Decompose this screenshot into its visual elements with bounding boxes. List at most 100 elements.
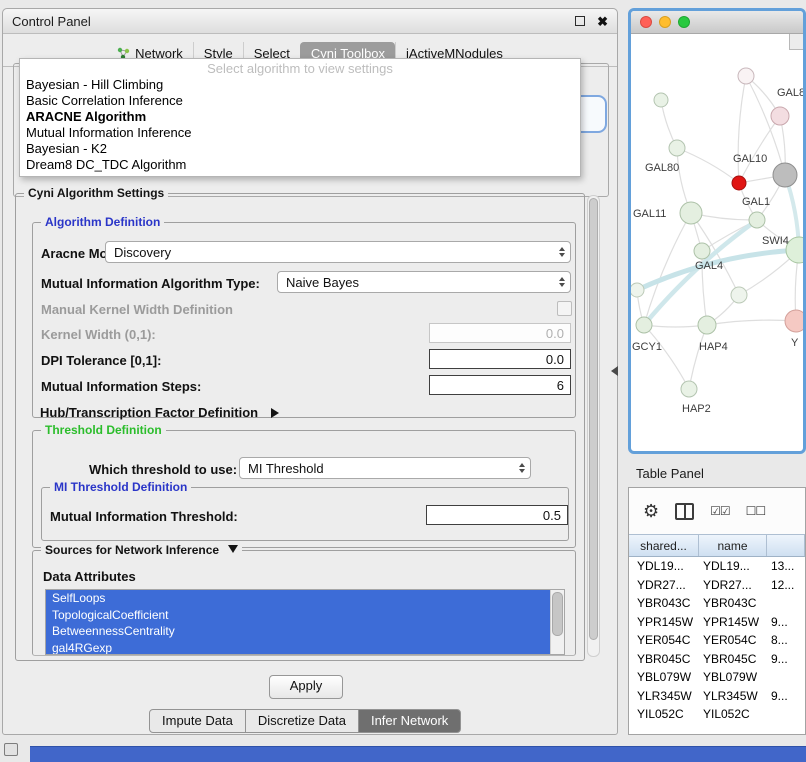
network-edge[interactable]: [707, 320, 796, 325]
mi-steps-field[interactable]: [429, 375, 571, 395]
dpi-tolerance-label: DPI Tolerance [0,1]:: [41, 353, 161, 368]
column-header-name[interactable]: name: [699, 535, 767, 556]
control-panel-titlebar: Control Panel ✖: [3, 9, 617, 34]
list-scrollbar[interactable]: [550, 590, 564, 654]
table-row[interactable]: YER054CYER054C8...: [629, 631, 805, 650]
unchecked-boxes-icon[interactable]: ☐☐: [746, 504, 766, 518]
network-node-gcy1[interactable]: [636, 317, 652, 333]
table-row[interactable]: YBR043CYBR043C: [629, 594, 805, 613]
collapsed-arrow-icon: [271, 408, 279, 418]
table-row[interactable]: YIL052CYIL052C: [629, 705, 805, 724]
threshold-definition-group: Threshold Definition Which threshold to …: [32, 430, 576, 548]
algorithm-option-list: Bayesian - Hill ClimbingBasic Correlatio…: [20, 77, 580, 173]
aracne-mode-select[interactable]: Discovery: [105, 241, 571, 263]
table-row[interactable]: YPR145WYPR145W9...: [629, 613, 805, 632]
background-window-edge[interactable]: [30, 746, 806, 762]
mi-threshold-field[interactable]: [426, 505, 568, 525]
network-node-n3[interactable]: [771, 107, 789, 125]
network-node-n2[interactable]: [738, 68, 754, 84]
sources-group-title[interactable]: Sources for Network Inference: [41, 543, 242, 557]
algorithm-option-bayesian-k2[interactable]: Bayesian - K2: [20, 141, 580, 157]
network-node-leftlow[interactable]: [631, 283, 644, 297]
settings-scrollbar[interactable]: [587, 195, 600, 657]
network-node-label: HAP2: [682, 403, 711, 415]
sources-title-text: Sources for Network Inference: [45, 543, 219, 557]
network-node-gal10[interactable]: [732, 176, 746, 190]
network-edge[interactable]: [644, 220, 757, 325]
network-node-gal4[interactable]: [694, 243, 710, 259]
network-node-hap4[interactable]: [698, 316, 716, 334]
table-cell: YBR043C: [629, 594, 699, 613]
float-window-icon[interactable]: [575, 16, 585, 26]
network-node-label: GAL11: [633, 208, 666, 220]
data-attribute-item[interactable]: SelfLoops: [46, 590, 551, 607]
network-edge[interactable]: [738, 76, 746, 183]
zoom-traffic-light-icon[interactable]: [678, 16, 690, 28]
which-threshold-select[interactable]: MI Threshold: [239, 457, 531, 479]
table-row[interactable]: YDL19...YDL19...13...: [629, 557, 805, 576]
bottom-tab-impute-data[interactable]: Impute Data: [149, 709, 246, 733]
data-attributes-label: Data Attributes: [43, 569, 136, 584]
which-threshold-label: Which threshold to use:: [89, 462, 237, 477]
algorithm-option-mutual-information-inference[interactable]: Mutual Information Inference: [20, 125, 580, 141]
algorithm-option-aracne-algorithm[interactable]: ARACNE Algorithm: [20, 109, 580, 125]
settings-group-title: Cyni Algorithm Settings: [24, 186, 168, 200]
apply-button[interactable]: Apply: [269, 675, 343, 699]
table-cell: YDL19...: [699, 557, 767, 576]
close-icon[interactable]: ✖: [597, 15, 608, 28]
network-canvas[interactable]: GAL8GAL80GAL10GAL11GAL1SWI4GAL4GCY1HAP4Y…: [631, 34, 803, 452]
network-window-titlebar[interactable]: [631, 11, 803, 34]
data-attributes-items: SelfLoopsTopologicalCoefficientBetweenne…: [46, 590, 564, 655]
columns-icon[interactable]: [675, 503, 694, 520]
gear-icon[interactable]: ⚙: [643, 502, 659, 520]
close-traffic-light-icon[interactable]: [640, 16, 652, 28]
network-node-grayn[interactable]: [773, 163, 797, 187]
table-cell: [767, 705, 805, 724]
network-node-pinky[interactable]: [785, 310, 803, 332]
network-node-n1[interactable]: [654, 93, 668, 107]
column-header-shared[interactable]: shared...: [629, 535, 699, 556]
table-row[interactable]: YBR045CYBR045C9...: [629, 650, 805, 669]
docked-panel-icon[interactable]: [4, 743, 18, 756]
table-cell: YPR145W: [699, 613, 767, 632]
kernel-width-field[interactable]: [429, 323, 571, 343]
network-edge[interactable]: [689, 325, 707, 389]
dpi-tolerance-field[interactable]: [429, 349, 571, 369]
network-node-gal80[interactable]: [669, 140, 685, 156]
sources-group: Sources for Network Inference Data Attri…: [32, 550, 576, 656]
mi-type-value: Naive Bayes: [286, 275, 359, 290]
bottom-tab-infer-network[interactable]: Infer Network: [358, 709, 461, 733]
table-cell: YBR045C: [629, 650, 699, 669]
network-node-mid[interactable]: [731, 287, 747, 303]
list-scrollbar-thumb[interactable]: [552, 592, 563, 636]
network-edge[interactable]: [677, 148, 739, 183]
mi-threshold-label: Mutual Information Threshold:: [50, 509, 238, 524]
data-attribute-item[interactable]: BetweennessCentrality: [46, 623, 551, 640]
table-row[interactable]: YLR345WYLR345W9...: [629, 687, 805, 706]
data-attribute-item[interactable]: gal4RGexp: [46, 640, 551, 656]
mi-type-select[interactable]: Naive Bayes: [277, 271, 571, 293]
table-row[interactable]: YDR27...YDR27...12...: [629, 576, 805, 595]
network-node-gal11[interactable]: [680, 202, 702, 224]
network-edge[interactable]: [644, 325, 689, 389]
column-header-extra[interactable]: [767, 535, 805, 556]
network-node-gal1[interactable]: [749, 212, 765, 228]
table-panel-window: ⚙ ☑☑ ☐☐ shared... name YDL19...YDL19...1…: [628, 487, 806, 735]
settings-scrollbar-thumb[interactable]: [589, 198, 598, 640]
bottom-tab-discretize-data[interactable]: Discretize Data: [245, 709, 359, 733]
table-cell: YBL079W: [629, 668, 699, 687]
checked-boxes-icon[interactable]: ☑☑: [710, 504, 730, 518]
table-cell: YER054C: [629, 631, 699, 650]
algorithm-option-dream8-dc-tdc-algorithm[interactable]: Dream8 DC_TDC Algorithm: [20, 157, 580, 173]
table-row[interactable]: YBL079WYBL079W: [629, 668, 805, 687]
network-node-hap2[interactable]: [681, 381, 697, 397]
data-attributes-list[interactable]: SelfLoopsTopologicalCoefficientBetweenne…: [45, 589, 565, 655]
algorithm-option-basic-correlation-inference[interactable]: Basic Correlation Inference: [20, 93, 580, 109]
bottom-tab-bar: Impute DataDiscretize DataInfer Network: [149, 709, 461, 733]
hub-section-toggle[interactable]: Hub/Transcription Factor Definition: [40, 405, 279, 420]
manual-kernel-checkbox[interactable]: [557, 301, 572, 316]
algorithm-option-bayesian-hill-climbing[interactable]: Bayesian - Hill Climbing: [20, 77, 580, 93]
panel-divider-arrow-icon[interactable]: [611, 366, 618, 376]
data-attribute-item[interactable]: TopologicalCoefficient: [46, 607, 551, 624]
minimize-traffic-light-icon[interactable]: [659, 16, 671, 28]
